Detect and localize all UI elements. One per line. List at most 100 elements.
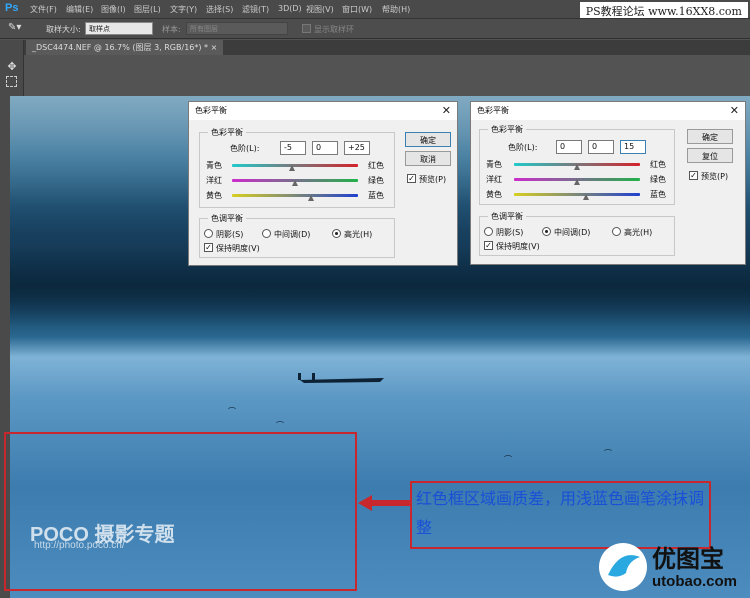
preview-checkbox[interactable]: ✓ — [689, 171, 698, 180]
eyedropper-icon[interactable]: ✎▾ — [8, 22, 21, 33]
dialog-title: 色彩平衡 — [189, 102, 457, 120]
magenta-label: 洋红 — [206, 176, 222, 185]
magenta-green-thumb[interactable] — [574, 179, 580, 185]
yellow-blue-thumb[interactable] — [583, 194, 590, 200]
dialog-title: 色彩平衡 — [471, 102, 745, 120]
yellow-blue-slider[interactable] — [232, 194, 358, 197]
move-tool-icon[interactable]: ✥ — [5, 60, 19, 74]
preview-label: 预览(P) — [419, 175, 447, 184]
cyan-label: 青色 — [206, 161, 222, 170]
cyan-red-thumb[interactable] — [288, 165, 295, 171]
annotation-text: 红色框区域画质差，用浅蓝色画笔涂抹调整 — [416, 489, 705, 537]
document-tab[interactable]: _DSC4474.NEF @ 16.7% (图层 3, RGB/16*) * × — [26, 40, 224, 55]
tone-balance-group: 色调平衡 阴影(S) 中间调(D) 高光(H) ✓ 保持明度(V) — [479, 211, 675, 256]
dialog-title-text: 色彩平衡 — [477, 106, 509, 115]
menu-filter[interactable]: 滤镜(T) — [242, 4, 269, 15]
close-icon[interactable]: ✕ — [442, 104, 451, 117]
menu-view[interactable]: 视图(V) — [306, 4, 334, 15]
sample-select[interactable]: 所有图层 — [186, 22, 288, 35]
green-label: 绿色 — [650, 175, 666, 184]
magenta-label: 洋红 — [486, 175, 502, 184]
yellow-label: 黄色 — [206, 191, 222, 200]
close-icon[interactable]: ✕ — [730, 104, 739, 117]
cyan-red-slider[interactable] — [232, 164, 358, 167]
levels-label: 色阶(L): — [508, 143, 538, 152]
menu-file[interactable]: 文件(F) — [30, 4, 57, 15]
options-bar: ✎▾ 取样大小: 取样点 样本: 所有图层 显示取样环 — [0, 19, 750, 39]
level-yellow-blue-field[interactable]: 15 — [620, 140, 646, 154]
poco-url: http://photo.poco.cn/ — [34, 540, 125, 551]
preserve-luminosity-label: 保持明度(V) — [216, 244, 260, 253]
magenta-green-thumb[interactable] — [292, 180, 298, 186]
shadows-label: 阴影(S) — [496, 228, 524, 237]
midtones-label: 中间调(D) — [274, 230, 311, 239]
utobao-url: utobao.com — [652, 573, 737, 590]
preserve-luminosity-checkbox[interactable]: ✓ — [484, 241, 493, 250]
reset-button[interactable]: 复位 — [687, 148, 733, 163]
level-yellow-blue-field[interactable]: +25 — [344, 141, 370, 155]
preserve-luminosity-checkbox[interactable]: ✓ — [204, 243, 213, 252]
close-tab-icon[interactable]: × — [211, 43, 218, 52]
shadows-radio[interactable] — [484, 227, 493, 236]
blue-label: 蓝色 — [650, 190, 666, 199]
sample-size-select[interactable]: 取样点 — [85, 22, 153, 35]
shadows-label: 阴影(S) — [216, 230, 244, 239]
highlights-label: 高光(H) — [344, 230, 373, 239]
shadows-radio[interactable] — [204, 229, 213, 238]
levels-label: 色阶(L): — [230, 144, 260, 153]
red-label: 红色 — [650, 160, 666, 169]
document-tab-bar: _DSC4474.NEF @ 16.7% (图层 3, RGB/16*) * × — [0, 40, 750, 55]
midtones-radio[interactable] — [262, 229, 271, 238]
color-balance-group: 色彩平衡 色阶(L): 0 0 15 青色 洋红 黄色 红色 绿色 蓝色 — [479, 124, 675, 205]
boat-image — [298, 373, 384, 383]
dialog-title-text: 色彩平衡 — [195, 106, 227, 115]
preview-checkbox[interactable]: ✓ — [407, 174, 416, 183]
menu-edit[interactable]: 编辑(E) — [66, 4, 93, 15]
show-ring-label: 显示取样环 — [314, 25, 354, 34]
utobao-brand: 优图宝 — [652, 545, 724, 573]
group-title: 色彩平衡 — [208, 127, 246, 138]
menu-image[interactable]: 图像(I) — [101, 4, 126, 15]
color-balance-group: 色彩平衡 色阶(L): -5 0 +25 青色 洋红 黄色 红色 绿色 蓝色 — [199, 127, 395, 208]
utobao-logo: 优图宝 utobao.com — [598, 535, 750, 598]
midtones-label: 中间调(D) — [554, 228, 591, 237]
highlights-radio[interactable] — [612, 227, 621, 236]
show-ring-checkbox[interactable] — [302, 24, 311, 33]
level-cyan-red-field[interactable]: -5 — [280, 141, 306, 155]
menu-type[interactable]: 文字(Y) — [170, 4, 197, 15]
menu-select[interactable]: 选择(S) — [206, 4, 233, 15]
level-cyan-red-field[interactable]: 0 — [556, 140, 582, 154]
cancel-button[interactable]: 取消 — [405, 151, 451, 166]
bird-icon: ⌒ — [228, 407, 236, 416]
menu-window[interactable]: 窗口(W) — [342, 4, 372, 15]
yellow-blue-thumb[interactable] — [307, 195, 314, 201]
sample-label: 样本: — [162, 25, 181, 34]
yellow-label: 黄色 — [486, 190, 502, 199]
group-title: 色调平衡 — [488, 211, 526, 222]
marquee-tool-icon[interactable] — [6, 76, 17, 87]
cyan-red-thumb[interactable] — [574, 164, 580, 170]
bird-icon: ⌒ — [276, 421, 284, 430]
green-label: 绿色 — [368, 176, 384, 185]
ok-button[interactable]: 确定 — [687, 129, 733, 144]
level-magenta-green-field[interactable]: 0 — [312, 141, 338, 155]
yellow-blue-slider[interactable] — [514, 193, 640, 196]
photoshop-logo: Ps — [5, 2, 19, 14]
menu-help[interactable]: 帮助(H) — [382, 4, 410, 15]
document-tab-label: _DSC4474.NEF @ 16.7% (图层 3, RGB/16*) * — [32, 43, 209, 52]
menu-3d[interactable]: 3D(D) — [278, 4, 302, 13]
menu-layer[interactable]: 图层(L) — [134, 4, 161, 15]
utobao-bird-icon — [599, 543, 647, 591]
level-magenta-green-field[interactable]: 0 — [588, 140, 614, 154]
blue-label: 蓝色 — [368, 191, 384, 200]
arrow-left-icon — [358, 495, 412, 511]
bird-icon: ⌒ — [604, 449, 612, 458]
midtones-radio[interactable] — [542, 227, 551, 236]
group-title: 色彩平衡 — [488, 124, 526, 135]
ok-button[interactable]: 确定 — [405, 132, 451, 147]
menu-bar: Ps 文件(F) 编辑(E) 图像(I) 图层(L) 文字(Y) 选择(S) 滤… — [0, 0, 750, 19]
sample-size-label: 取样大小: — [46, 25, 81, 34]
red-label: 红色 — [368, 161, 384, 170]
preview-label: 预览(P) — [701, 172, 729, 181]
highlights-radio[interactable] — [332, 229, 341, 238]
